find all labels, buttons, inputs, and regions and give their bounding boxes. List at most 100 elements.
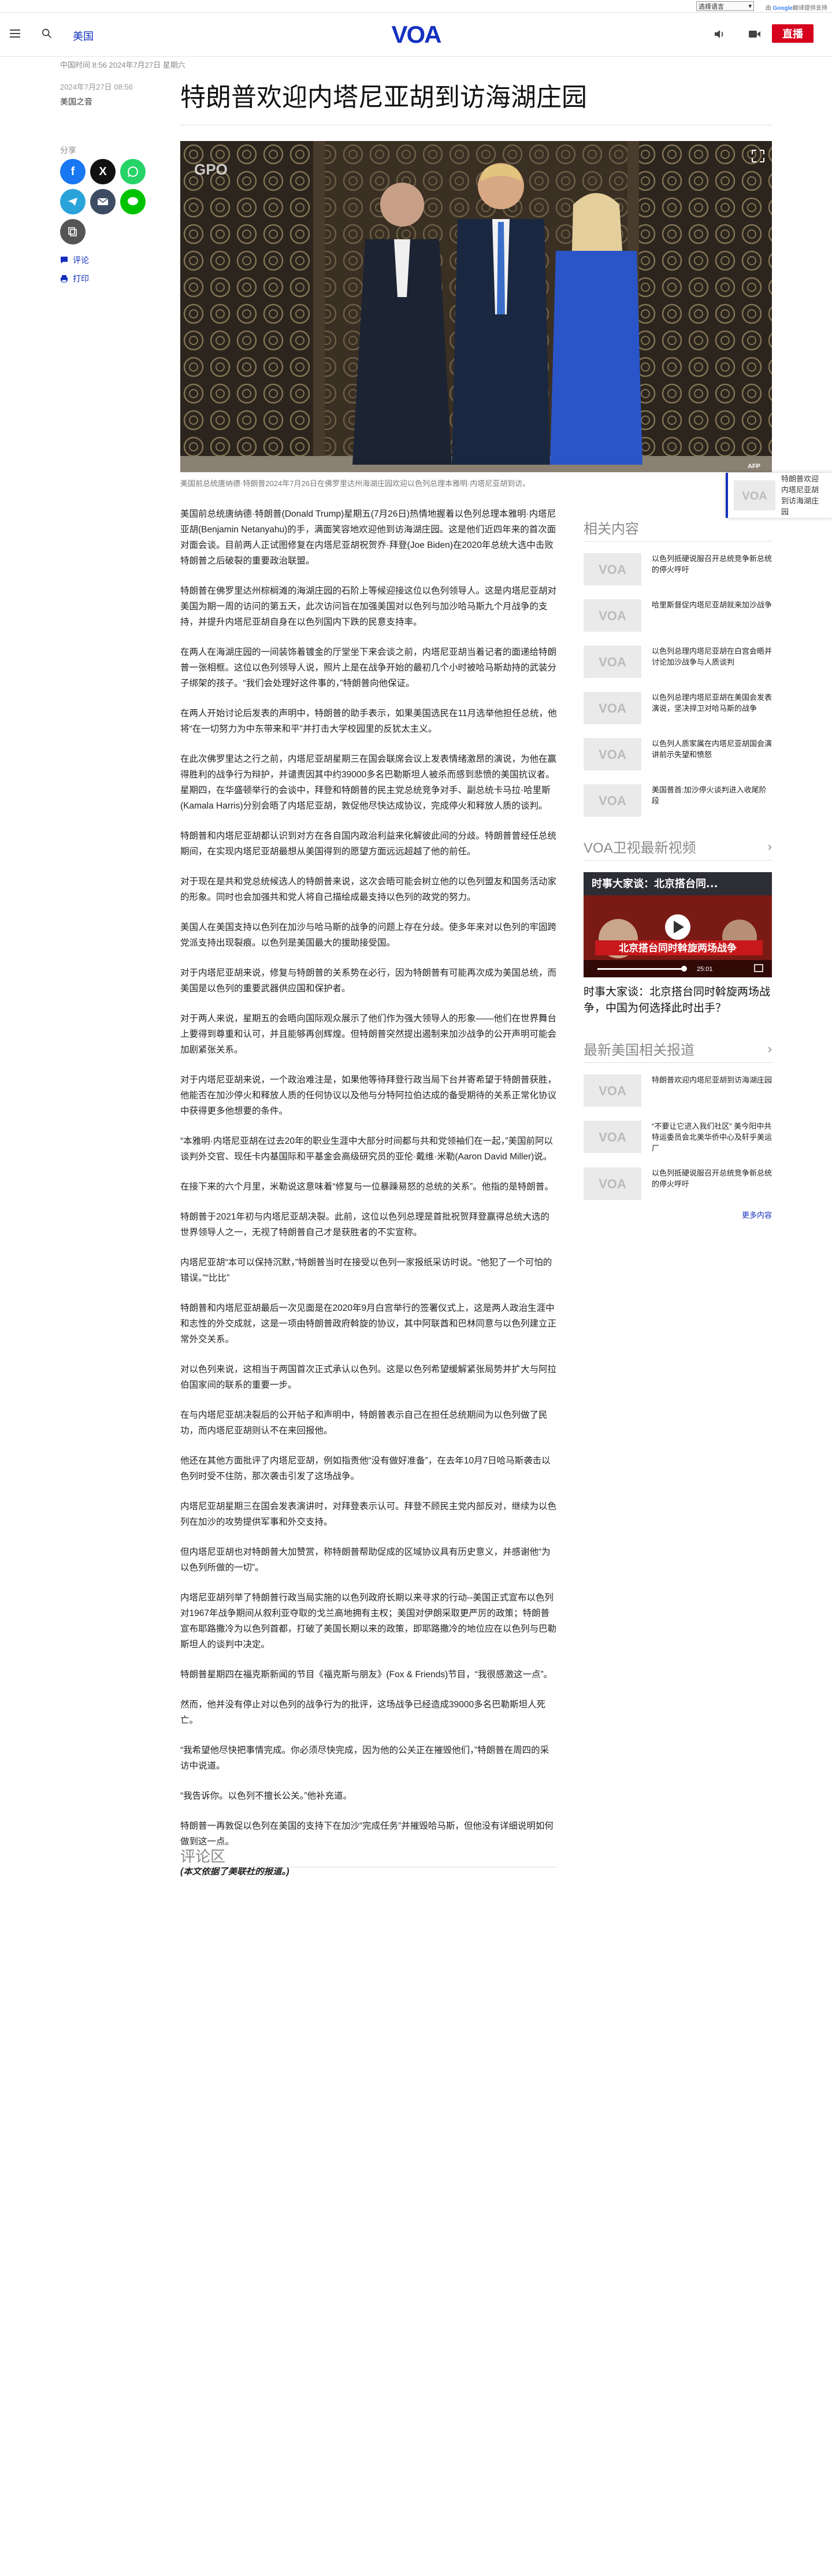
paragraph: 内塔尼亚胡星期三在国会发表演讲时，对拜登表示认可。拜登不顾民主党内部反对，继续为…: [180, 1502, 557, 1527]
paragraph: 内塔尼亚胡“本可以保持沉默，”特朗普当时在接受以色列一家报纸采访时说。“他犯了一…: [180, 1258, 552, 1283]
related-item[interactable]: VOA 以色列总理内塔尼亚胡在美国会发表演说，坚决捍卫对哈马斯的战争: [584, 692, 772, 724]
top-timestamp: 中国时间 8:56 2024年7月27日 星期六: [60, 61, 185, 69]
latest-item[interactable]: VOA 特朗普欢迎内塔尼亚胡到访海湖庄园: [584, 1074, 772, 1107]
article-author[interactable]: 美国之音: [60, 96, 92, 108]
latest-heading[interactable]: 最新美国相关报道 ›: [584, 1039, 772, 1063]
thumbnail: VOA: [584, 738, 641, 770]
translate-bar: 选择语言 ▾ 由 Google翻译提供支持: [0, 0, 832, 13]
paragraph: “本雅明·内塔尼亚胡在过去20年的职业生涯中大部分时间都与共和党领袖们在一起，”…: [180, 1136, 553, 1162]
article-date: 2024年7月27日 08:56: [60, 83, 133, 91]
telegram-share-button[interactable]: [60, 189, 86, 214]
related-item[interactable]: VOA 哈里斯督促内塔尼亚胡就来加沙战争: [584, 599, 772, 632]
hero-image: GPO AFP: [180, 141, 772, 472]
voa-logo-icon: VOA: [599, 609, 626, 622]
video-heading[interactable]: VOA卫视最新视频 ›: [584, 836, 772, 861]
svg-text:VOA: VOA: [599, 609, 626, 622]
paragraph: 在两人开始讨论后发表的声明中，特朗普的助手表示，如果美国选民在11月选举他担任总…: [180, 709, 557, 734]
telegram-icon: [68, 198, 77, 206]
line-share-button[interactable]: [120, 189, 146, 214]
paragraph: 特朗普于2021年初与内塔尼亚胡决裂。此前，这位以色列总理是首批祝贺拜登赢得总统…: [180, 1212, 549, 1237]
thumbnail: VOA: [584, 784, 641, 817]
floating-card-title: 特朗普欢迎内塔尼亚胡到访海湖庄园: [781, 475, 819, 516]
video-icon[interactable]: [748, 29, 761, 39]
video-overlay-title: 时事大家谈：北京搭台同...: [592, 877, 718, 890]
thumbnail: VOA: [734, 480, 775, 510]
paragraph: “我希望他尽快把事情完成。你必须尽快完成，因为他的公关正在摧毁他们，”特朗普在周…: [180, 1745, 549, 1771]
thumbnail: VOA: [584, 1074, 641, 1107]
x-share-button[interactable]: X: [90, 159, 116, 184]
svg-text:VOA: VOA: [599, 747, 626, 761]
language-select[interactable]: 选择语言 ▾: [696, 1, 754, 11]
thumbnail: VOA: [584, 1121, 641, 1153]
thumbnail: VOA: [584, 692, 641, 724]
video-banner: 北京搭台同时斡旋两场战争: [619, 942, 737, 954]
svg-text:VOA: VOA: [599, 794, 626, 807]
facebook-share-button[interactable]: f: [60, 159, 86, 184]
accent-bar: [726, 473, 728, 518]
live-button[interactable]: 直播: [772, 24, 814, 43]
paragraph: 在此次佛罗里达之行之前，内塔尼亚胡星期三在国会联席会议上发表情绪激昂的演说，为他…: [180, 754, 557, 811]
svg-text:VOA: VOA: [391, 21, 441, 47]
paragraph: 在两人在海湖庄园的一间装饰着镀金的厅堂坐下来会谈之前，内塔尼亚胡当着记者的面递给…: [180, 647, 557, 688]
menu-icon[interactable]: [9, 28, 21, 39]
copy-icon: [68, 227, 77, 236]
svg-text:VOA: VOA: [599, 562, 626, 576]
image-caption: 美国前总统唐纳德·特朗普2024年7月26日在佛罗里达州海湖庄园欢迎以色列总理本…: [180, 479, 530, 488]
hero-watermark: GPO: [194, 161, 228, 178]
video-time: 25:01: [697, 966, 713, 973]
paragraph: 对于现在是共和党总统候选人的特朗普来说，这次会晤可能会树立他的以色列盟友和国务活…: [180, 877, 557, 902]
voa-logo-icon: VOA: [599, 747, 626, 761]
thumbnail: VOA: [584, 646, 641, 678]
more-link[interactable]: 更多内容: [584, 1209, 772, 1220]
related-item[interactable]: VOA 以色列抵硬说服召开总统竞争新总统的停火呼吁: [584, 553, 772, 585]
print-icon: [61, 275, 68, 283]
paragraph: 对于内塔尼亚胡来说，修复与特朗普的关系势在必行，因为特朗普有可能再次成为美国总统…: [180, 968, 557, 994]
related-item[interactable]: VOA 以色列总理内塔尼亚胡在白宫会晤并讨论加沙战争与人质谈判: [584, 646, 772, 678]
floating-article-card[interactable]: VOA 特朗普欢迎内塔尼亚胡到访海湖庄园: [726, 473, 832, 518]
comments-heading: 评论区: [180, 1848, 226, 1865]
article-body: 美国前总统唐纳德·特朗普(Donald Trump)星期五(7月26日)热情地握…: [180, 506, 557, 1894]
header-section-link[interactable]: 美国: [73, 28, 94, 43]
thumbnail: VOA: [584, 599, 641, 632]
latest-item[interactable]: VOA 以色列抵硬说服召开总统竞争新总统的停火呼吁: [584, 1167, 772, 1200]
hero-photo: GPO AFP: [180, 141, 772, 472]
paragraph: 对以色列来说，这相当于两国首次正式承认以色列。这是以色列希望缓解紧张局势并扩大与…: [180, 1365, 557, 1390]
video-player[interactable]: 时事大家谈：北京搭台同... 北京搭台同时斡旋两场战争 25:01: [584, 872, 772, 977]
share-label: 分享: [60, 146, 76, 155]
voa-logo-icon: VOA: [599, 655, 626, 669]
audio-icon[interactable]: [713, 28, 726, 40]
voa-logo[interactable]: VOA: [387, 21, 445, 47]
site-header: 美国 VOA 直播: [0, 13, 832, 57]
voa-logo-icon: VOA: [599, 1177, 626, 1191]
related-heading: 相关内容: [584, 517, 772, 542]
email-share-button[interactable]: [90, 189, 116, 214]
paragraph: 特朗普和内塔尼亚胡都认识到对方在各自国内政治利益来化解彼此间的分歧。特朗普曾经任…: [180, 831, 557, 857]
search-icon[interactable]: [42, 28, 52, 39]
comment-link[interactable]: 评论: [60, 254, 89, 266]
chevron-right-icon: ›: [767, 1041, 772, 1056]
latest-item[interactable]: VOA “不要让它进入我们社区” 美今阳中共特运委员会北美华侨中心及轩乎美运厂: [584, 1121, 772, 1154]
voa-logo-icon: VOA: [599, 1084, 626, 1098]
video-caption[interactable]: 时事大家谈：北京搭台同时斡旋两场战争，中国为何选择此时出手？: [584, 984, 772, 1017]
x-icon: X: [99, 165, 107, 178]
paragraph: 美国人在美国支持以色列在加沙与哈马斯的战争的问题上存在分歧。使多年来对以色列的牢…: [180, 922, 557, 948]
voa-logo-icon: VOA: [599, 1130, 626, 1144]
svg-text:VOA: VOA: [599, 701, 626, 715]
line-icon: [128, 197, 138, 205]
translate-credit: 由 Google翻译提供支持: [765, 5, 827, 12]
language-select-label: 选择语言: [699, 3, 724, 10]
thumbnail: VOA: [584, 1167, 641, 1200]
svg-text:VOA: VOA: [599, 1130, 626, 1144]
copy-link-button[interactable]: [60, 219, 86, 244]
voa-logo-icon: VOA: [599, 701, 626, 715]
paragraph: 美国前总统唐纳德·特朗普(Donald Trump)星期五(7月26日)热情地握…: [180, 509, 556, 566]
whatsapp-share-button[interactable]: [120, 159, 146, 184]
whatsapp-icon: [128, 166, 138, 177]
print-link[interactable]: 打印: [60, 273, 89, 284]
facebook-icon: f: [70, 165, 75, 178]
related-item[interactable]: VOA 以色列人质家属在内塔尼亚胡国会演讲前示失望和愤怒: [584, 738, 772, 770]
related-item[interactable]: VOA 美国普首:加沙停火谈判进入收尾阶段: [584, 784, 772, 817]
sidebar: 相关内容 VOA 以色列抵硬说服召开总统竞争新总统的停火呼吁 VOA 哈里斯督促…: [584, 517, 772, 1220]
paragraph: 特朗普一再敦促以色列在美国的支持下在加沙“完成任务”并摧毁哈马斯，但他没有详细说…: [180, 1821, 554, 1847]
svg-text:VOA: VOA: [599, 1177, 626, 1191]
